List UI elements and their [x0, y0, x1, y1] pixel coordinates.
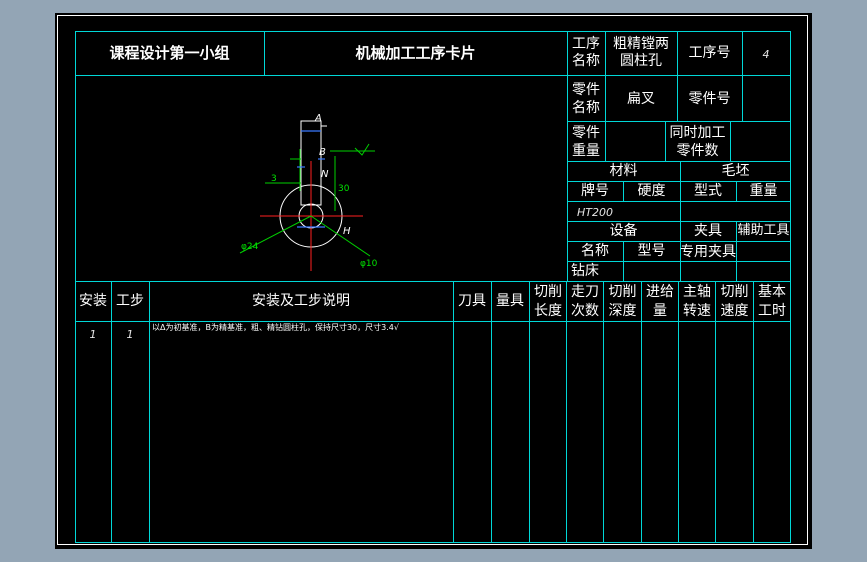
process-card: 课程设计第一小组 机械加工工序卡片 工序名称 粗精镗两圆柱孔 工序号 4 零件名…	[75, 31, 791, 543]
dim-24: φ24	[241, 242, 259, 252]
dim-30: 30	[338, 184, 350, 194]
col-description: 安装及工步说明	[252, 293, 350, 309]
dim-a: A	[314, 113, 322, 124]
dim-10: φ10	[360, 259, 378, 269]
col-tool: 刀具	[458, 293, 486, 309]
dim-n: N	[321, 169, 329, 180]
col-gauge: 量具	[496, 293, 524, 309]
col-base-time: 基本工时	[758, 284, 786, 319]
col-cut-depth: 切削深度	[608, 284, 637, 319]
col-cut-length: 切削长度	[534, 284, 562, 319]
row-install: 1	[89, 328, 97, 341]
col-spindle-speed: 主轴转速	[683, 284, 711, 319]
col-cut-speed: 切削速度	[720, 284, 749, 319]
row-step: 1	[126, 328, 134, 341]
dim-3: 3	[271, 174, 277, 184]
col-install: 安装	[79, 293, 107, 309]
col-passes: 走刀次数	[571, 284, 599, 319]
row-description: 以Δ为初基准，B为精基准，粗、精钻圆柱孔，保持尺寸30，尺寸3.4√	[152, 323, 399, 332]
dim-b: B	[319, 147, 326, 158]
col-feed: 进给量	[646, 284, 674, 319]
drawing-sheet: 课程设计第一小组 机械加工工序卡片 工序名称 粗精镗两圆柱孔 工序号 4 零件名…	[55, 13, 812, 549]
dim-h: H	[343, 226, 351, 237]
part-drawing: A B N H 3 30 φ24 φ10	[239, 113, 378, 271]
col-step: 工步	[116, 293, 144, 309]
